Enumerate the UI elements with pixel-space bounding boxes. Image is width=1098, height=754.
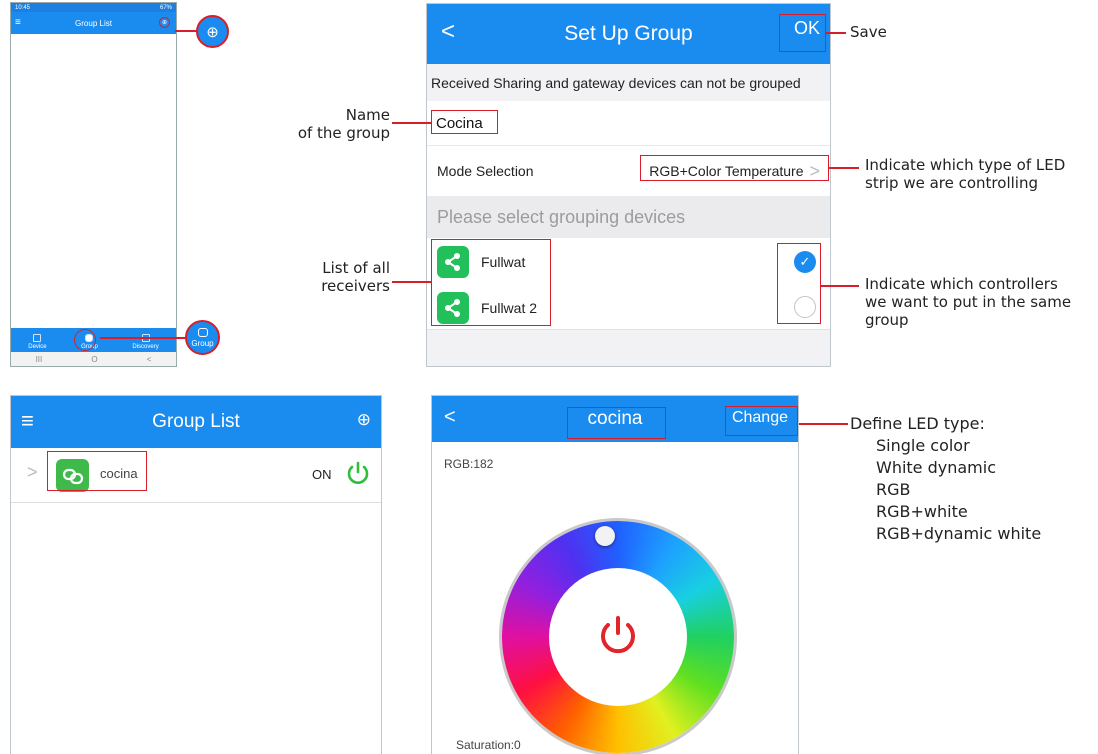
recents-icon[interactable]: III [36, 355, 43, 364]
chevron-right-icon: > [27, 462, 38, 482]
connector-line [821, 285, 859, 287]
annotation-led-type: Indicate which type of LED strip we are c… [865, 156, 1066, 192]
phone-status-bar: 10:45 67% [11, 3, 176, 12]
group-state: ON [312, 467, 332, 482]
home-icon[interactable]: O [91, 355, 97, 364]
connector-line [829, 167, 859, 169]
highlight-circle [74, 329, 97, 351]
phone-tab-device[interactable]: Device [28, 334, 47, 350]
connector-line [392, 281, 431, 283]
setup-header: < Set Up Group OK [427, 4, 830, 64]
back-arrow-icon[interactable]: < [444, 406, 456, 429]
led-type-item: RGB+dynamic white [876, 524, 1042, 543]
group-icon [197, 327, 208, 337]
highlight-box [779, 14, 826, 52]
highlight-box [640, 155, 829, 181]
highlight-box [47, 451, 147, 491]
back-arrow-icon[interactable]: < [441, 18, 455, 46]
phone-nav-bar: III O < [11, 352, 176, 366]
power-icon[interactable] [596, 613, 640, 662]
highlight-box [431, 239, 551, 326]
connector-line [826, 32, 846, 34]
color-picker-handle[interactable] [595, 526, 615, 546]
led-type-item: RGB+white [876, 502, 968, 521]
led-type-item: Single color [876, 436, 970, 455]
phone-bottom-tabs: Device Group Discovery [11, 328, 176, 352]
annotation-group-name: Name of the group [297, 106, 390, 142]
phone-status-battery: 67% [159, 4, 172, 11]
group-detail-screen: < cocina Change RGB:182 Saturation:0 [431, 395, 799, 754]
color-wheel[interactable] [502, 521, 734, 753]
color-wheel-center [549, 568, 687, 706]
add-group-icon[interactable]: ⊕ [357, 410, 371, 430]
phone-header: ≡ Group List ⊕ [11, 12, 176, 34]
connector-line [175, 30, 197, 32]
highlight-box [725, 406, 798, 436]
select-devices-prompt: Please select grouping devices [427, 196, 830, 238]
connector-line [392, 122, 431, 124]
phone-screenshot: 10:45 67% ≡ Group List ⊕ Device Group Di… [10, 2, 177, 367]
power-icon[interactable] [345, 460, 371, 491]
device-icon [33, 334, 42, 342]
rgb-value: RGB:182 [444, 457, 494, 471]
annotation-controllers: Indicate which controllers we want to put… [865, 275, 1072, 329]
phone-tab-group[interactable]: Group [74, 329, 98, 351]
connector-line [798, 423, 848, 425]
annotation-receivers: List of all receivers [321, 259, 390, 295]
back-icon[interactable]: < [147, 355, 152, 364]
saturation-value: Saturation:0 [456, 738, 521, 752]
highlight-box [777, 243, 821, 324]
phone-title: Group List [75, 18, 112, 28]
grouping-notice: Received Sharing and gateway devices can… [431, 74, 801, 91]
group-tab-zoom: Group [185, 320, 220, 355]
annotation-led-types: Define LED type: Single color White dyna… [850, 414, 1042, 543]
led-type-item: White dynamic [876, 458, 997, 477]
led-type-item: RGB [876, 480, 911, 499]
phone-add-group-icon[interactable]: ⊕ [159, 17, 170, 28]
group-list-title: Group List [152, 411, 240, 432]
group-list-screen: ≡ Group List ⊕ > cocina ON [10, 395, 382, 754]
menu-icon[interactable]: ≡ [21, 408, 34, 434]
phone-menu-icon[interactable]: ≡ [15, 17, 21, 28]
add-group-zoom-icon: ⊕ [196, 15, 229, 48]
mode-selection-label: Mode Selection [437, 163, 534, 179]
phone-status-time: 10:45 [15, 4, 31, 11]
annotation-save: Save [850, 23, 887, 41]
group-list-header: ≡ Group List ⊕ [11, 396, 381, 448]
highlight-box [567, 407, 666, 439]
setup-title: Set Up Group [564, 22, 693, 45]
connector-line [100, 337, 186, 339]
highlight-box [431, 110, 498, 134]
